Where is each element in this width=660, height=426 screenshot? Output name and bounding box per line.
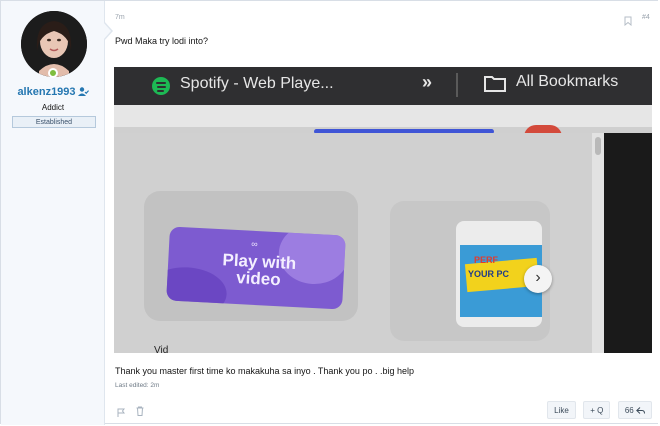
user-check-icon (77, 87, 89, 99)
chevron-right-icon: » (422, 72, 433, 92)
tile-text: Play with video (222, 250, 297, 290)
infinity-icon: ∞ (251, 238, 258, 250)
post: alkenz1993 Addict Established 7m #4 Pwd … (0, 0, 658, 425)
post-message-bottom: Thank you master first time ko makakuha … (115, 366, 414, 376)
post-actions: Like + Q 66 (544, 401, 652, 419)
username-link[interactable]: alkenz1993 (1, 86, 105, 99)
bookmark-icon[interactable] (624, 13, 632, 31)
folder-icon (484, 74, 506, 97)
toolbar-strip (114, 105, 652, 127)
post-user-sidebar: alkenz1993 Addict Established (1, 1, 105, 425)
divider (456, 73, 458, 97)
partial-label: Vid (154, 345, 169, 353)
play-video-tile: ∞ Play with video (166, 226, 346, 310)
browser-tab-title: Spotify - Web Playe... (180, 75, 334, 92)
user-banner: Established (12, 116, 96, 128)
post-number[interactable]: #4 (642, 14, 650, 21)
sidebar-arrow (103, 21, 113, 41)
screen-edge (604, 133, 652, 353)
avatar-image (21, 11, 87, 77)
username-text[interactable]: alkenz1993 (17, 86, 75, 98)
last-edited: Last edited: 2m (115, 382, 160, 389)
reply-button[interactable]: 66 (617, 401, 652, 419)
report-flag-icon[interactable] (117, 404, 126, 422)
browser-bar: Spotify - Web Playe... » All Bookmarks (114, 67, 652, 105)
next-arrow-icon: › (524, 265, 552, 293)
bookmarks-label: All Bookmarks (516, 73, 619, 90)
user-title: Addict (41, 103, 65, 112)
delete-icon[interactable] (136, 403, 144, 421)
online-status-icon (48, 68, 58, 78)
attached-photo[interactable]: Spotify - Web Playe... » All Bookmarks ∞… (114, 67, 652, 353)
poster-text-1: PERF (474, 255, 499, 265)
quote-button[interactable]: + Q (583, 401, 611, 419)
post-time[interactable]: 7m (115, 14, 125, 21)
post-message-top: Pwd Maka try lodi into? (115, 36, 209, 46)
spotify-icon (152, 77, 170, 95)
screen-scrollbar (592, 133, 604, 353)
reply-arrow-icon (636, 406, 645, 415)
poster-text-2: YOUR PC (468, 269, 510, 279)
like-button[interactable]: Like (547, 401, 576, 419)
reply-quote-label: 66 (624, 406, 634, 415)
avatar[interactable] (21, 11, 87, 77)
